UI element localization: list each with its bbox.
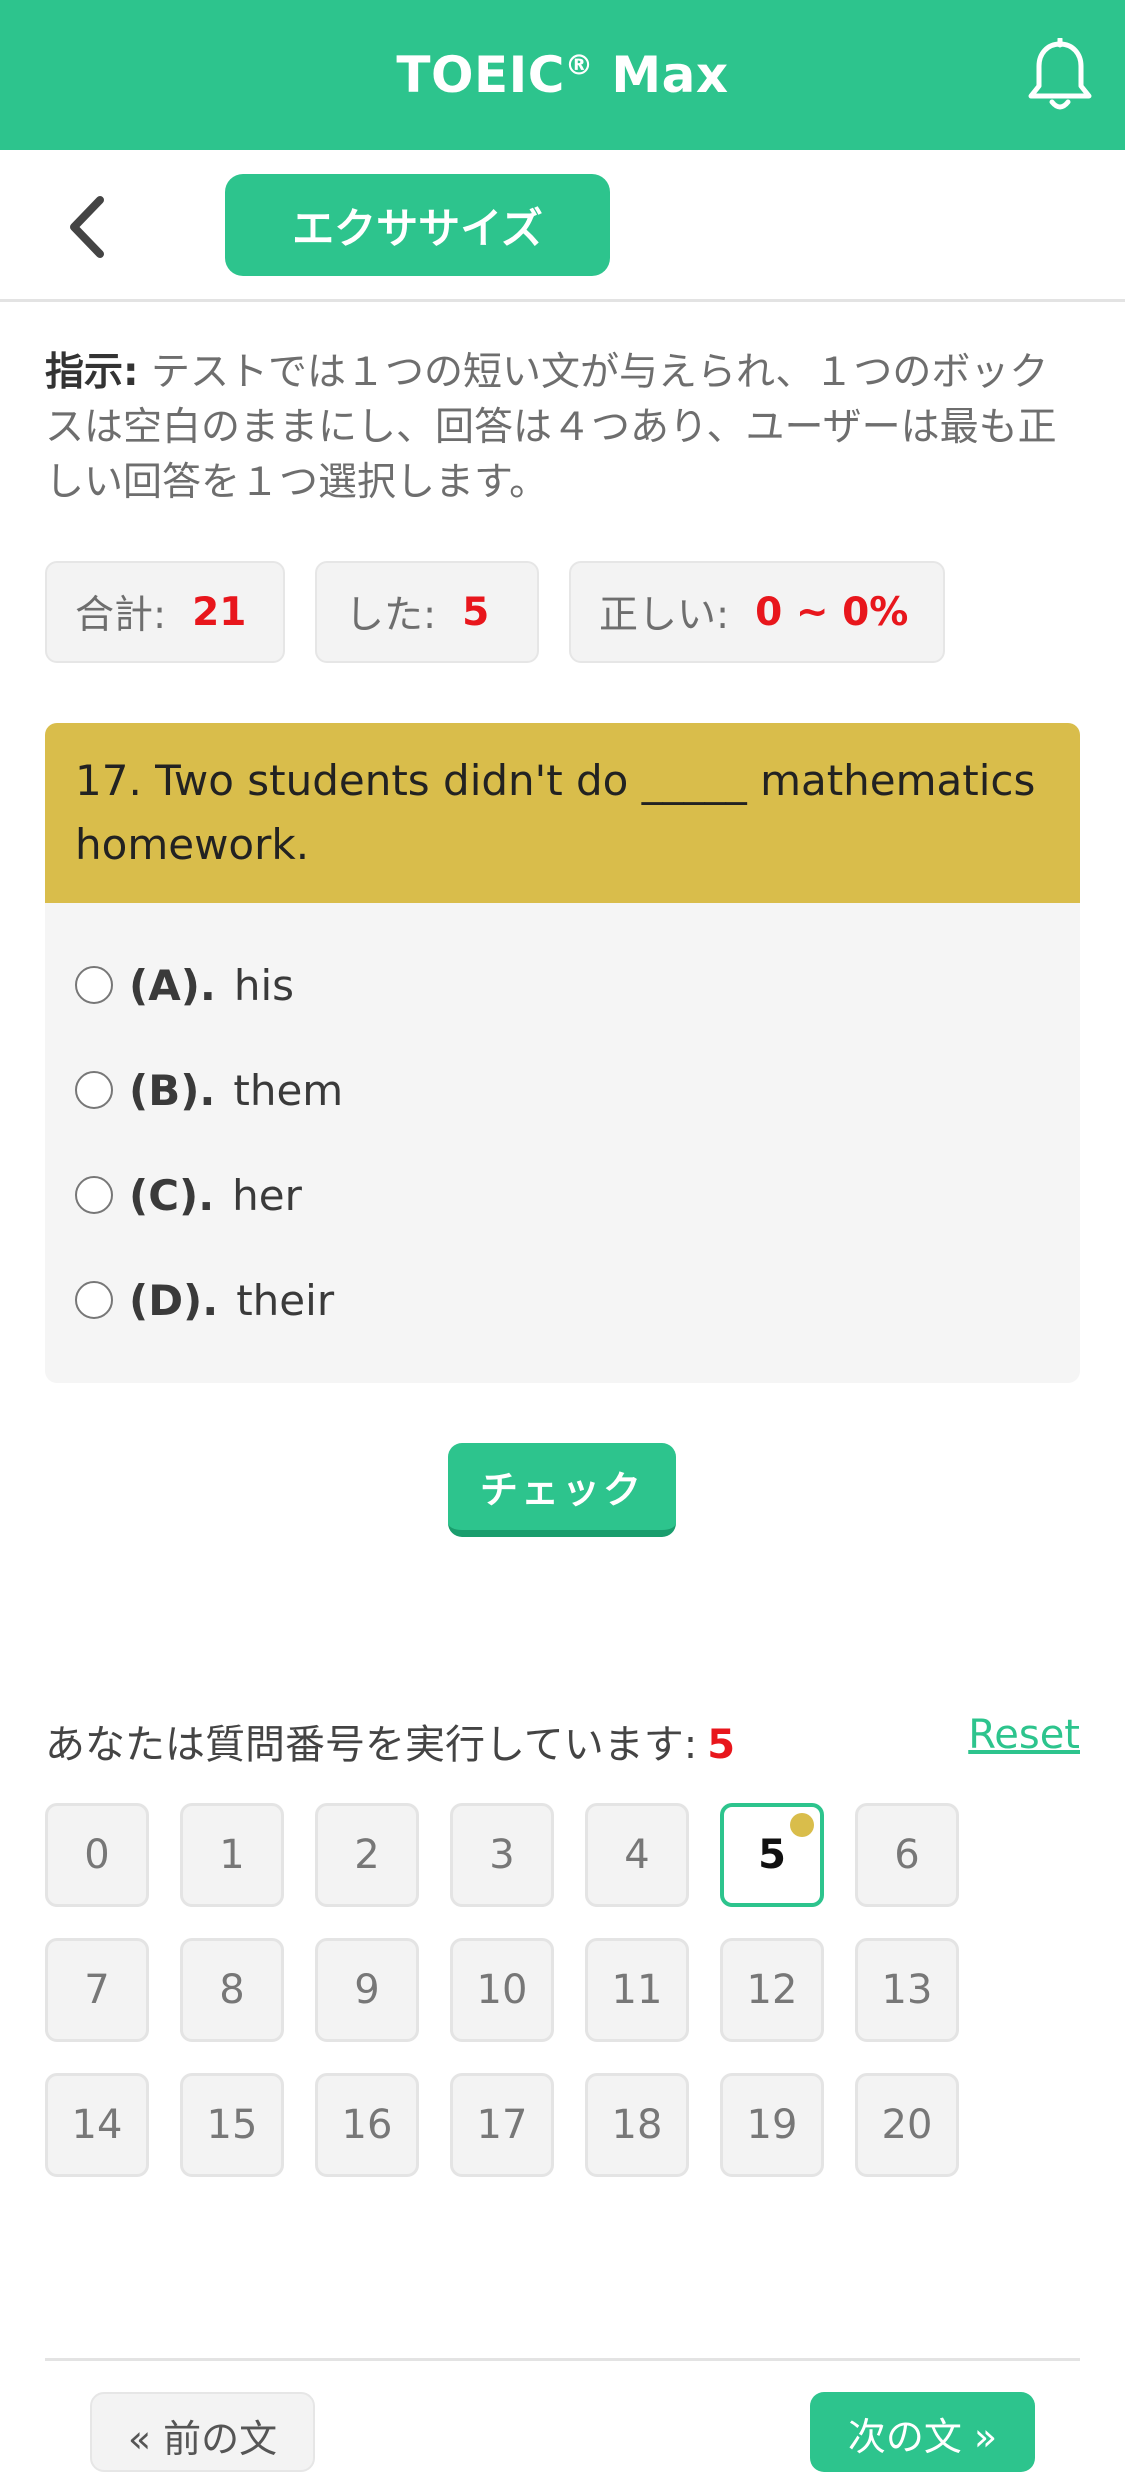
stat-done: した: 5 [315,561,539,663]
exercise-button[interactable]: エクササイズ [225,174,610,276]
question-number-button[interactable]: 16 [315,2073,419,2177]
chevron-left-icon[interactable] [60,192,120,262]
question-number-button[interactable]: 2 [315,1803,419,1907]
question-number-button[interactable]: 13 [855,1938,959,2042]
question-number-button[interactable]: 6 [855,1803,959,1907]
option-d[interactable]: (D). their [75,1265,334,1335]
radio-button[interactable] [75,1281,113,1319]
current-marker-dot [790,1813,814,1837]
question-number-button[interactable]: 17 [450,2073,554,2177]
question-number-button[interactable]: 15 [180,2073,284,2177]
question-number-button[interactable]: 12 [720,1938,824,2042]
option-c[interactable]: (C). her [75,1160,302,1230]
stat-total: 合計: 21 [45,561,285,663]
next-sentence-button[interactable]: 次の文 » [810,2392,1035,2472]
question-number-button[interactable]: 4 [585,1803,689,1907]
app-header: TOEIC® Max [0,0,1125,150]
radio-button[interactable] [75,1176,113,1214]
question-number-button[interactable]: 14 [45,2073,149,2177]
prev-sentence-button[interactable]: « 前の文 [90,2392,315,2472]
question-number-button[interactable]: 10 [450,1938,554,2042]
bell-icon[interactable] [1025,38,1095,114]
question-number-button[interactable]: 5 [720,1803,824,1907]
option-b[interactable]: (B). them [75,1055,343,1125]
question-number-button[interactable]: 20 [855,2073,959,2177]
question-number-button[interactable]: 3 [450,1803,554,1907]
question-number-button[interactable]: 19 [720,2073,824,2177]
question-number-button[interactable]: 9 [315,1938,419,2042]
instructions-label: 指示: [45,350,139,395]
question-card: 17. Two students didn't do _____ mathema… [45,723,1080,1383]
current-question-number: 5 [707,1722,736,1768]
question-number-button[interactable]: 0 [45,1803,149,1907]
instructions: 指示: テストでは１つの短い文が与えられ、１つのボックスは空白のままにし、回答は… [45,345,1085,510]
sub-toolbar: エクササイズ [0,150,1125,302]
stat-correct: 正しい: 0 ~ 0% [569,561,945,663]
radio-button[interactable] [75,966,113,1004]
check-button[interactable]: チェック [448,1443,676,1537]
progress-label: あなたは質問番号を実行しています: 5 [45,1722,736,1768]
question-number-button[interactable]: 18 [585,2073,689,2177]
question-text: 17. Two students didn't do _____ mathema… [45,723,1080,903]
divider [45,2358,1080,2361]
stats-bar: 合計: 21 した: 5 正しい: 0 ~ 0% [45,561,945,663]
question-number-button[interactable]: 1 [180,1803,284,1907]
reset-link[interactable]: Reset [968,1712,1080,1758]
app-title: TOEIC® Max [396,46,729,104]
option-a[interactable]: (A). his [75,950,294,1020]
question-number-button[interactable]: 8 [180,1938,284,2042]
radio-button[interactable] [75,1071,113,1109]
question-number-button[interactable]: 11 [585,1938,689,2042]
instructions-text: テストでは１つの短い文が与えられ、１つのボックスは空白のままにし、回答は４つあり… [45,350,1057,505]
question-number-button[interactable]: 7 [45,1938,149,2042]
